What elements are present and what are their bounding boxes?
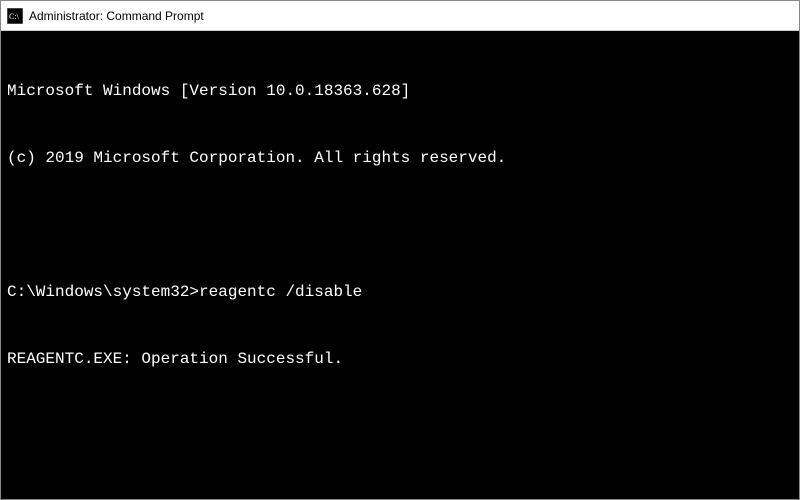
banner-version: Microsoft Windows [Version 10.0.18363.62… — [7, 80, 793, 102]
blank-line — [7, 483, 793, 499]
banner-copyright: (c) 2019 Microsoft Corporation. All righ… — [7, 147, 793, 169]
window-title: Administrator: Command Prompt — [29, 9, 204, 23]
prompt: C:\Windows\system32> — [7, 283, 199, 301]
output-line-1: REAGENTC.EXE: Operation Successful. — [7, 348, 793, 370]
svg-text:C:\: C:\ — [9, 12, 20, 21]
command-prompt-window: C:\ Administrator: Command Prompt Micros… — [0, 0, 800, 500]
command-line-1: C:\Windows\system32>reagentc /disable — [7, 281, 793, 303]
cmd-icon: C:\ — [7, 8, 23, 24]
titlebar[interactable]: C:\ Administrator: Command Prompt — [1, 1, 799, 31]
command-text: reagentc /disable — [199, 283, 362, 301]
terminal-area[interactable]: Microsoft Windows [Version 10.0.18363.62… — [1, 31, 799, 499]
blank-line — [7, 214, 793, 236]
blank-line — [7, 416, 793, 438]
